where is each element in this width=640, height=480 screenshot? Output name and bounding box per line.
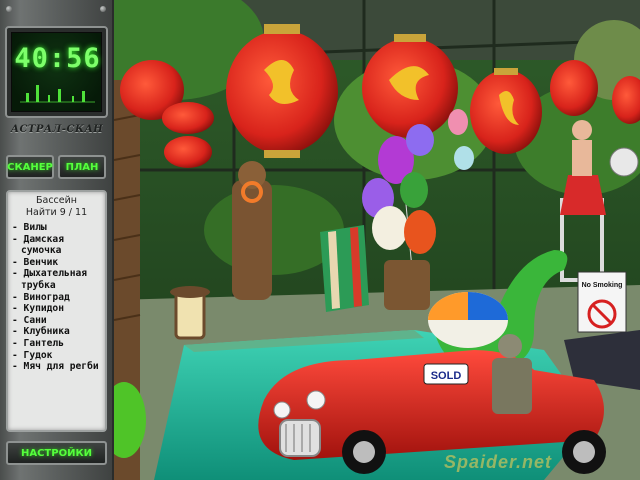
settings-button[interactable]: НАСТРОЙКИ <box>6 441 107 465</box>
timer: 40:56 <box>14 43 101 74</box>
list-item: - Венчик <box>12 256 59 268</box>
list-item: - Гудок <box>12 349 53 361</box>
lcd-screen: 40:56 <box>11 32 102 112</box>
no-smoking-icon[interactable]: No Smoking <box>577 271 627 333</box>
device-title: АСТРАЛ-СКАН <box>10 124 104 135</box>
objectives-list-panel: Бассейн Найти 9 / 11 - Вилы - Дамская су… <box>6 190 107 432</box>
list-item: - Мяч для регби <box>12 361 99 373</box>
scene-artwork[interactable]: No Smoking SOLD <box>114 0 640 480</box>
list-item: - Сани <box>12 314 47 326</box>
oil-lamp[interactable] <box>170 286 210 340</box>
objectives-list: - Вилы - Дамская сумочка - Венчик - Дыха… <box>8 222 105 373</box>
sold-sign-text: SOLD <box>431 370 462 382</box>
plan-button[interactable]: ПЛАН <box>58 155 106 179</box>
list-item: - Дамская сумочка <box>12 233 64 257</box>
bolt-icon <box>6 6 12 12</box>
list-item: - Клубника <box>12 326 70 338</box>
hud-panel: 40:56 АСТРАЛ-СКАН СКАНЕР ПЛАН Бассейн На… <box>0 0 114 480</box>
timer-display: 40:56 <box>5 26 108 118</box>
barrel[interactable] <box>384 260 430 310</box>
list-item: - Купидон <box>12 303 64 315</box>
game-scene[interactable]: No Smoking SOLD Spaider.net <box>114 0 640 480</box>
deck-chair[interactable] <box>320 225 369 312</box>
signal-bars-icon <box>20 85 95 103</box>
list-item: - Гантель <box>12 337 64 349</box>
tiki-statue[interactable] <box>232 161 272 300</box>
wall-fan[interactable] <box>609 147 639 177</box>
progress-counter: Найти 9 / 11 <box>25 207 88 218</box>
list-item: - Вилы <box>12 222 47 233</box>
no-smoking-sign-text: No Smoking <box>582 282 623 289</box>
watermark: Spaider.net <box>444 452 553 472</box>
bolt-icon <box>100 6 106 12</box>
scanner-button[interactable]: СКАНЕР <box>6 155 54 179</box>
location-title: Бассейн <box>35 195 77 206</box>
list-item: - Дыхательная трубка <box>12 268 88 291</box>
list-item: - Виноград <box>12 291 70 303</box>
